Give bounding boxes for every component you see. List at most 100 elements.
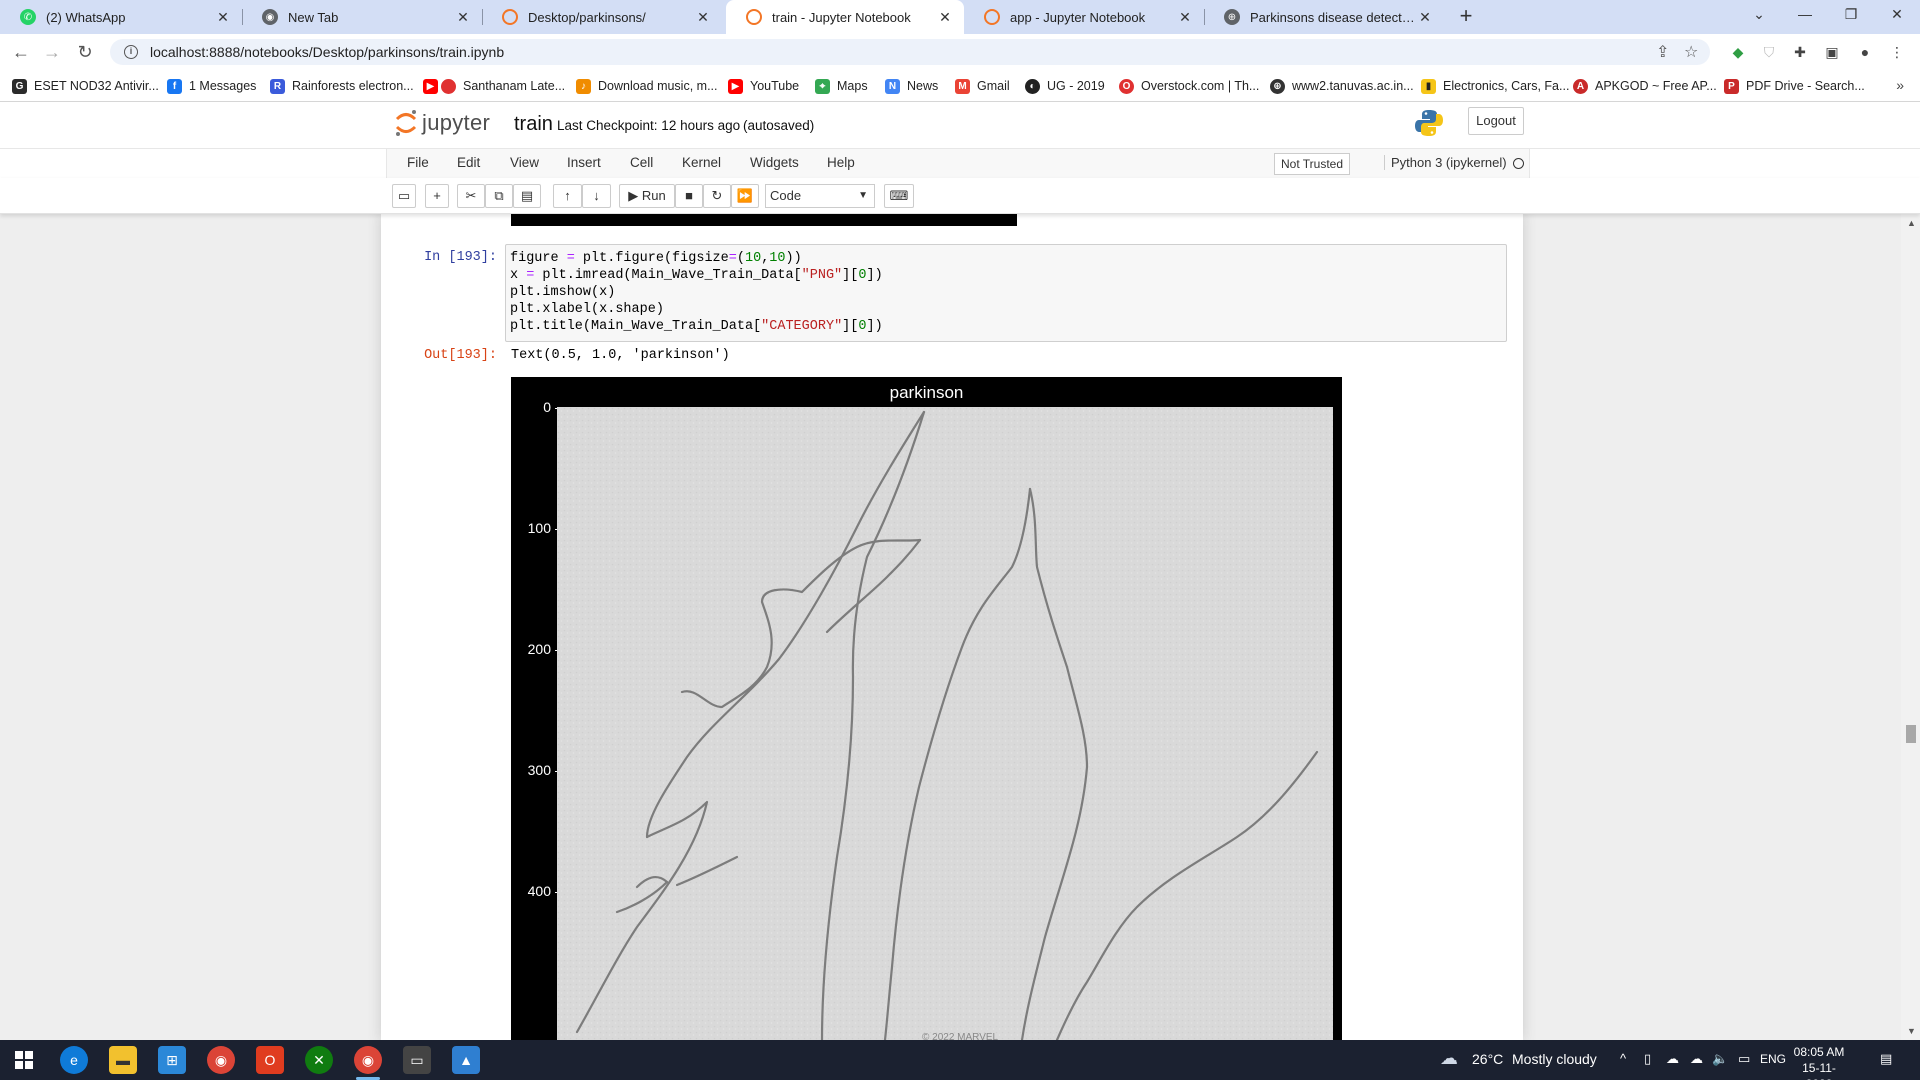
volume-icon[interactable]: 🔈 — [1712, 1051, 1728, 1067]
interrupt-button[interactable]: ■ — [675, 184, 703, 208]
restore-icon[interactable]: ❐ — [1828, 0, 1874, 30]
notebook-name[interactable]: train — [514, 113, 553, 136]
chrome-active-icon[interactable]: ◉ — [354, 1046, 382, 1074]
insert-cell-button[interactable]: + — [425, 184, 449, 208]
logout-button[interactable]: Logout — [1468, 107, 1524, 135]
close-icon[interactable]: ✕ — [694, 9, 712, 26]
restart-run-all-button[interactable]: ⏩ — [731, 184, 759, 208]
more-bookmarks-icon[interactable]: » — [1896, 77, 1904, 93]
scroll-up-icon[interactable]: ▲ — [1907, 218, 1916, 228]
bookmark-item[interactable]: ⌖ Maps — [815, 77, 868, 95]
reload-icon[interactable]: ↻ — [73, 40, 97, 64]
bookmark-item[interactable]: ⊕ www2.tanuvas.ac.in... — [1270, 77, 1414, 95]
paste-button[interactable]: ▤ — [513, 184, 541, 208]
device-icon[interactable]: ▯ — [1644, 1051, 1651, 1067]
onedrive-icon[interactable]: ☁ — [1666, 1051, 1679, 1067]
file-explorer-icon[interactable]: ▬ — [109, 1046, 137, 1074]
bookmark-item[interactable]: M Gmail — [955, 77, 1010, 95]
forward-icon[interactable]: → — [40, 40, 64, 64]
copy-button[interactable]: ⧉ — [485, 184, 513, 208]
edge-icon[interactable]: e — [60, 1046, 88, 1074]
close-window-icon[interactable]: ✕ — [1874, 0, 1920, 30]
bookmark-item[interactable]: R Rainforests electron... — [270, 77, 414, 95]
profile-avatar-icon[interactable]: ● — [1855, 42, 1875, 62]
code-cell-input[interactable]: figure = plt.figure(figsize=(10,10)) x =… — [505, 244, 1507, 342]
onedrive-personal-icon[interactable]: ☁ — [1690, 1051, 1703, 1067]
share-icon[interactable]: ⇪ — [1656, 42, 1669, 62]
network-icon[interactable]: ▭ — [1738, 1051, 1750, 1067]
menu-help[interactable]: Help — [827, 155, 855, 170]
close-icon[interactable]: ✕ — [454, 9, 472, 26]
bookmark-item[interactable]: ♪ Download music, m... — [576, 77, 717, 95]
scroll-down-icon[interactable]: ▼ — [1907, 1026, 1916, 1036]
menu-file[interactable]: File — [407, 155, 429, 170]
jupyter-logo[interactable]: jupyter — [394, 108, 490, 138]
language-indicator[interactable]: ENG — [1760, 1052, 1786, 1066]
weather-temperature[interactable]: 26°C — [1472, 1051, 1503, 1067]
menu-kernel[interactable]: Kernel — [682, 155, 721, 170]
url-field[interactable]: i localhost:8888/notebooks/Desktop/parki… — [110, 39, 1710, 65]
cut-button[interactable]: ✂ — [457, 184, 485, 208]
tab-parkinsons-detection[interactable]: ⊕ Parkinsons disease detection ✕ — [1204, 0, 1444, 34]
extension-shield-icon[interactable]: ⛉ — [1759, 42, 1779, 62]
bookmark-item[interactable]: ▮ Electronics, Cars, Fa... — [1421, 77, 1569, 95]
notifications-icon[interactable]: ▤ — [1880, 1051, 1892, 1067]
notebook-scroll-area[interactable]: In [193]: figure = plt.figure(figsize=(1… — [0, 214, 1920, 1040]
minimize-icon[interactable]: — — [1782, 0, 1828, 30]
close-icon[interactable]: ✕ — [1176, 9, 1194, 26]
jupyter-toolbar: ▭ + ✂ ⧉ ▤ ↑ ↓ ▶ Run ■ ↻ ⏩ Code ▼ ⌨ — [0, 178, 1920, 214]
bookmark-item[interactable]: P PDF Drive - Search... — [1724, 77, 1865, 95]
cloud-weather-icon[interactable]: ☁ — [1440, 1048, 1458, 1069]
chrome-icon[interactable]: ◉ — [207, 1046, 235, 1074]
menu-kebab-icon[interactable]: ⋮ — [1887, 42, 1907, 62]
extension-globe-icon[interactable]: ◆ — [1728, 42, 1748, 62]
move-up-button[interactable]: ↑ — [553, 184, 582, 208]
windows-start-icon[interactable] — [10, 1046, 38, 1074]
photos-icon[interactable]: ▲ — [452, 1046, 480, 1074]
restart-button[interactable]: ↻ — [703, 184, 731, 208]
close-icon[interactable]: ✕ — [214, 9, 232, 26]
tab-whatsapp[interactable]: ✆ (2) WhatsApp ✕ — [0, 0, 242, 34]
menu-edit[interactable]: Edit — [457, 155, 480, 170]
tab-train-notebook[interactable]: train - Jupyter Notebook ✕ — [726, 0, 964, 34]
bookmark-item[interactable]: f 1 Messages — [167, 77, 256, 95]
tab-app-notebook[interactable]: app - Jupyter Notebook ✕ — [964, 0, 1204, 34]
bookmark-star-icon[interactable]: ☆ — [1684, 42, 1698, 62]
menu-widgets[interactable]: Widgets — [750, 155, 799, 170]
weather-condition[interactable]: Mostly cloudy — [1512, 1051, 1597, 1067]
page-scrollbar[interactable]: ▲ ▼ — [1901, 214, 1920, 1040]
back-icon[interactable]: ← — [9, 40, 33, 64]
tab-desktop-parkinsons[interactable]: Desktop/parkinsons/ ✕ — [482, 0, 722, 34]
clock[interactable]: 08:05 AM 15-11-2022 — [1789, 1044, 1849, 1080]
office-icon[interactable]: O — [256, 1046, 284, 1074]
bookmark-item[interactable]: N News — [885, 77, 938, 95]
chevron-up-icon[interactable]: ^ — [1620, 1051, 1626, 1066]
command-palette-button[interactable]: ⌨ — [884, 184, 914, 208]
bookmark-item[interactable]: ◐ UG - 2019 — [1025, 77, 1105, 95]
terminal-icon[interactable]: ▭ — [403, 1046, 431, 1074]
tab-new-tab[interactable]: ◉ New Tab ✕ — [242, 0, 482, 34]
bookmark-item[interactable]: G ESET NOD32 Antivir... — [12, 77, 159, 95]
bookmark-item[interactable]: A APKGOD ~ Free AP... — [1573, 77, 1717, 95]
save-button[interactable]: ▭ — [392, 184, 416, 208]
extensions-puzzle-icon[interactable]: ✚ — [1790, 42, 1810, 62]
bookmark-item[interactable]: O Overstock.com | Th... — [1119, 77, 1259, 95]
menu-cell[interactable]: Cell — [630, 155, 653, 170]
menu-insert[interactable]: Insert — [567, 155, 601, 170]
store-icon[interactable]: ⊞ — [158, 1046, 186, 1074]
menu-view[interactable]: View — [510, 155, 539, 170]
scrollbar-thumb[interactable] — [1906, 725, 1916, 743]
new-tab-button[interactable]: + — [1453, 4, 1479, 30]
move-down-button[interactable]: ↓ — [582, 184, 611, 208]
run-button[interactable]: ▶ Run — [619, 184, 675, 208]
bookmark-item[interactable]: ▶ YouTube — [728, 77, 799, 95]
cell-type-select[interactable]: Code ▼ — [765, 184, 875, 208]
side-panel-icon[interactable]: ▣ — [1822, 42, 1842, 62]
bookmark-item[interactable]: ▶ Santhanam Late... — [423, 77, 565, 95]
site-info-icon[interactable]: i — [124, 45, 138, 59]
close-icon[interactable]: ✕ — [1416, 9, 1434, 26]
close-icon[interactable]: ✕ — [936, 9, 954, 26]
xbox-icon[interactable]: ✕ — [305, 1046, 333, 1074]
trust-status-button[interactable]: Not Trusted — [1274, 153, 1351, 175]
tab-search-icon[interactable]: ⌄ — [1736, 0, 1782, 30]
